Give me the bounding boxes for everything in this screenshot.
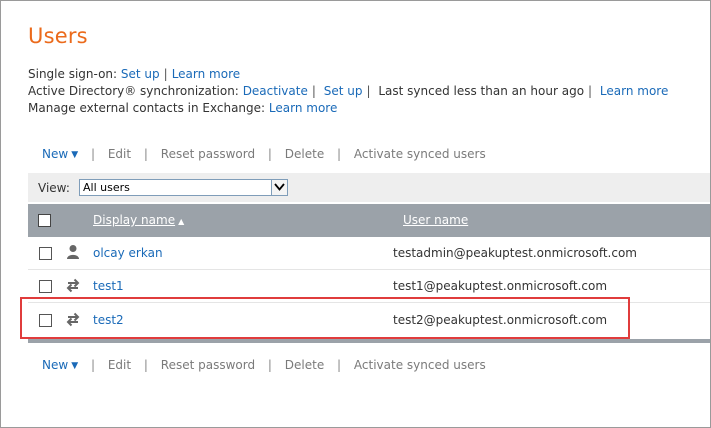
separator: | [311, 84, 316, 98]
chevron-down-icon: ▼ [71, 150, 79, 160]
separator: | [588, 84, 593, 98]
sync-icon [66, 277, 80, 293]
sort-ascending-icon: ▲ [178, 217, 185, 226]
view-select-value: All users [83, 181, 130, 194]
separator: | [366, 84, 371, 98]
select-all-checkbox[interactable] [38, 214, 51, 227]
new-button[interactable]: New ▼ [42, 147, 78, 161]
sso-learn-more-link[interactable]: Learn more [172, 67, 240, 81]
action-toolbar-bottom: New ▼ | Edit | Reset password | Delete | … [42, 358, 486, 372]
row-checkbox[interactable] [39, 280, 52, 293]
sso-setup-link[interactable]: Set up [121, 67, 160, 81]
reset-password-button[interactable]: Reset password [161, 358, 255, 372]
chevron-down-icon: ▼ [71, 361, 79, 371]
separator: | [337, 358, 342, 372]
ad-learn-more-link[interactable]: Learn more [600, 84, 668, 98]
display-name-column-header[interactable]: Display name ▲ [93, 213, 184, 227]
sync-icon [66, 311, 80, 327]
separator: | [163, 67, 168, 81]
ad-sync-status: Last synced less than an hour ago [378, 84, 585, 98]
table-footer-bar [28, 339, 710, 343]
user-email: test1@peakuptest.onmicrosoft.com [393, 279, 608, 293]
separator: | [143, 147, 148, 161]
view-label: View: [38, 181, 70, 195]
table-header: Display name ▲ User name [28, 204, 710, 237]
edit-button[interactable]: Edit [108, 147, 131, 161]
separator: | [267, 358, 272, 372]
ad-sync-label: Active Directory® synchronization: [28, 84, 239, 98]
action-toolbar-top: New ▼ | Edit | Reset password | Delete | … [42, 147, 486, 161]
row-checkbox[interactable] [39, 247, 52, 260]
user-icon [66, 244, 80, 260]
chevron-down-icon[interactable] [271, 180, 287, 195]
delete-button[interactable]: Delete [285, 147, 324, 161]
separator: | [90, 358, 95, 372]
user-display-name-link[interactable]: test1 [93, 279, 124, 293]
edit-button[interactable]: Edit [108, 358, 131, 372]
reset-password-button[interactable]: Reset password [161, 147, 255, 161]
sso-label: Single sign-on: [28, 67, 118, 81]
user-email: test2@peakuptest.onmicrosoft.com [393, 313, 608, 327]
sso-line: Single sign-on: Set up | Learn more [28, 67, 240, 81]
user-display-name-link[interactable]: test2 [93, 313, 124, 327]
delete-button[interactable]: Delete [285, 358, 324, 372]
contacts-line: Manage external contacts in Exchange: Le… [28, 101, 337, 115]
page-title: Users [28, 24, 88, 48]
users-page: Users Single sign-on: Set up | Learn more … [0, 0, 711, 428]
activate-synced-users-button[interactable]: Activate synced users [354, 147, 486, 161]
new-label: New [42, 358, 69, 372]
user-name-column-header[interactable]: User name [403, 213, 468, 227]
activate-synced-users-button[interactable]: Activate synced users [354, 358, 486, 372]
separator: | [90, 147, 95, 161]
ad-sync-line: Active Directory® synchronization: Deact… [28, 84, 668, 98]
separator: | [337, 147, 342, 161]
display-name-header-label: Display name [93, 213, 176, 227]
separator: | [143, 358, 148, 372]
table-row[interactable]: test2 test2@peakuptest.onmicrosoft.com [28, 304, 710, 336]
view-select[interactable]: All users [79, 179, 288, 196]
view-filter-bar: View: All users [28, 173, 710, 202]
ad-setup-link[interactable]: Set up [324, 84, 363, 98]
new-label: New [42, 147, 69, 161]
new-button[interactable]: New ▼ [42, 358, 78, 372]
ad-deactivate-link[interactable]: Deactivate [243, 84, 308, 98]
table-row[interactable]: olcay erkan testadmin@peakuptest.onmicro… [28, 237, 710, 270]
user-display-name-link[interactable]: olcay erkan [93, 246, 163, 260]
user-email: testadmin@peakuptest.onmicrosoft.com [393, 246, 637, 260]
contacts-learn-more-link[interactable]: Learn more [269, 101, 337, 115]
separator: | [267, 147, 272, 161]
row-checkbox[interactable] [39, 314, 52, 327]
contacts-label: Manage external contacts in Exchange: [28, 101, 266, 115]
table-row[interactable]: test1 test1@peakuptest.onmicrosoft.com [28, 270, 710, 303]
